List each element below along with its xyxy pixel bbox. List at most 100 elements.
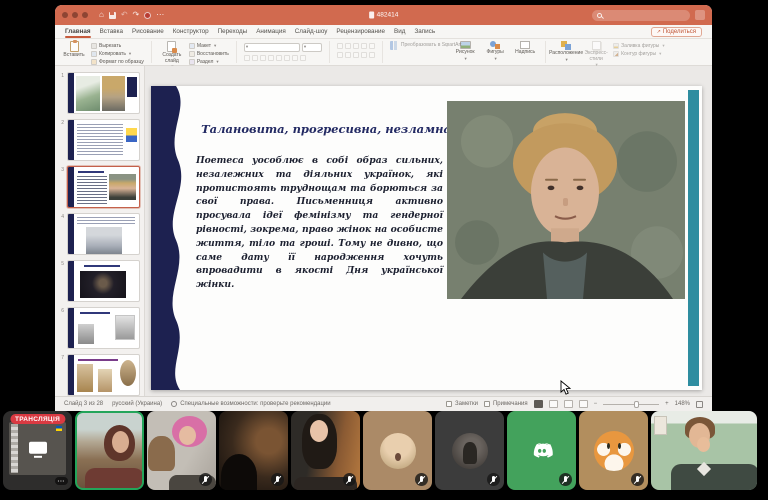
quick-styles-button[interactable]: Экспресс-стили — [583, 41, 609, 68]
tab-transitions[interactable]: Переходы — [218, 26, 248, 37]
reading-view-button[interactable] — [564, 400, 573, 408]
smartart-button[interactable]: Преобразовать в SmartArt — [390, 41, 448, 50]
align-left-button[interactable] — [337, 52, 343, 58]
zoom-out-button[interactable] — [594, 401, 598, 407]
window-controls[interactable] — [62, 12, 88, 18]
section-button[interactable]: Раздел — [189, 59, 229, 65]
tab-home[interactable]: Главная — [65, 26, 91, 37]
text-shadow-button[interactable] — [276, 55, 282, 61]
zoom-slider-knob[interactable] — [634, 401, 639, 408]
participant-avatar-tile[interactable] — [435, 411, 504, 490]
lesya-ukrainka-portrait-image[interactable] — [447, 101, 685, 299]
strikethrough-button[interactable] — [268, 55, 274, 61]
slide[interactable]: Талановита, прогресивна, незламна Поетес… — [151, 86, 702, 390]
live-badge: ТРАНСЛЯЦІЯ — [10, 414, 65, 424]
numbering-button[interactable] — [345, 43, 351, 49]
shapes-button[interactable]: Фигуры — [482, 41, 508, 61]
participant-video-tile[interactable] — [651, 411, 757, 490]
shape-outline-button[interactable]: Контур фигуры — [613, 51, 664, 57]
font-size-select[interactable] — [302, 43, 322, 52]
zoom-slider[interactable] — [603, 404, 659, 405]
layout-button[interactable]: Макет — [189, 43, 229, 49]
slide-thumbnail-panel[interactable]: 1 2 3 4 5 — [55, 66, 145, 396]
reset-button[interactable]: Восстановить — [189, 51, 229, 57]
redo-icon[interactable] — [133, 11, 140, 19]
participant-video-tile[interactable] — [219, 411, 288, 490]
slide-thumbnail[interactable] — [67, 119, 140, 161]
thumbnail-row: 2 — [57, 119, 140, 161]
tab-record[interactable]: Запись — [414, 26, 435, 37]
italic-button[interactable] — [252, 55, 258, 61]
arrange-button[interactable]: Расположение — [553, 41, 579, 62]
tab-design[interactable]: Конструктор — [173, 26, 209, 37]
tab-review[interactable]: Рецензирование — [336, 26, 385, 37]
participant-avatar-tile[interactable] — [363, 411, 432, 490]
participant-face — [112, 431, 129, 453]
font-name-select[interactable] — [244, 43, 300, 52]
search-input[interactable] — [592, 10, 690, 21]
microphone-muted-icon — [631, 473, 644, 486]
align-right-button[interactable] — [353, 52, 359, 58]
slideshow-view-button[interactable] — [579, 400, 588, 408]
paste-button[interactable]: Вставить — [61, 41, 87, 59]
slide-sorter-view-button[interactable] — [549, 400, 558, 408]
participant-avatar-tile[interactable] — [507, 411, 576, 490]
notes-button[interactable]: Заметки — [446, 401, 478, 407]
participant-video-tile-active-speaker[interactable] — [75, 411, 144, 490]
justify-button[interactable] — [361, 52, 367, 58]
text-highlight-button[interactable] — [292, 55, 298, 61]
indent-decrease-button[interactable] — [353, 43, 359, 49]
close-window-button[interactable] — [62, 12, 68, 18]
slide-thumbnail-selected[interactable] — [67, 166, 140, 208]
participant-video-tile[interactable] — [291, 411, 360, 490]
tab-animations[interactable]: Анимация — [256, 26, 286, 37]
columns-button[interactable] — [369, 52, 375, 58]
slide-number: 6 — [57, 307, 64, 349]
font-color-button[interactable] — [300, 55, 306, 61]
normal-view-button[interactable] — [534, 400, 543, 408]
tab-slideshow[interactable]: Слайд-шоу — [295, 26, 328, 37]
toolbar-more-icon[interactable] — [156, 11, 164, 19]
save-icon[interactable] — [109, 12, 116, 19]
avatar — [380, 433, 416, 469]
tab-draw[interactable]: Рисование — [132, 26, 164, 37]
undo-icon[interactable] — [121, 11, 128, 19]
zoom-in-button[interactable] — [665, 401, 669, 407]
language-indicator[interactable]: русский (Украина) — [112, 401, 162, 407]
fit-slide-button[interactable] — [696, 401, 703, 408]
indent-increase-button[interactable] — [361, 43, 367, 49]
participant-video-tile[interactable] — [147, 411, 216, 490]
home-icon[interactable] — [99, 11, 104, 19]
screen-share-tile[interactable]: ТРАНСЛЯЦІЯ — [3, 411, 72, 490]
autosave-icon[interactable] — [144, 12, 151, 19]
slide-body-text[interactable]: Поетеса уособлює в собі образ сильних, н… — [196, 154, 443, 292]
textbox-button[interactable]: Надпись — [512, 41, 538, 56]
tab-insert[interactable]: Вставка — [100, 26, 123, 37]
accessibility-status[interactable]: Специальные возможности: проверьте реком… — [171, 401, 330, 407]
zoom-level[interactable]: 148% — [675, 401, 690, 407]
underline-button[interactable] — [260, 55, 266, 61]
slide-thumbnail[interactable] — [67, 354, 140, 396]
character-spacing-button[interactable] — [284, 55, 290, 61]
format-painter-button[interactable]: Формат по образцу — [91, 59, 144, 65]
participant-avatar-tile[interactable] — [579, 411, 648, 490]
line-spacing-button[interactable] — [369, 43, 375, 49]
slide-thumbnail[interactable] — [67, 213, 140, 255]
copy-button[interactable]: Копировать — [91, 51, 144, 57]
bullets-button[interactable] — [337, 43, 343, 49]
slide-thumbnail[interactable] — [67, 72, 140, 114]
slide-thumbnail[interactable] — [67, 260, 140, 302]
share-button[interactable]: Поделиться — [651, 27, 702, 37]
minimize-window-button[interactable] — [72, 12, 78, 18]
comments-button[interactable]: Примечания — [484, 401, 528, 407]
zoom-window-button[interactable] — [82, 12, 88, 18]
slide-thumbnail[interactable] — [67, 307, 140, 349]
align-center-button[interactable] — [345, 52, 351, 58]
tile-more-options-button[interactable] — [55, 477, 68, 485]
cut-button[interactable]: Вырезать — [91, 43, 144, 49]
slide-title[interactable]: Талановита, прогресивна, незламна — [201, 122, 451, 136]
shape-fill-button[interactable]: Заливка фигуры — [613, 43, 664, 49]
tab-view[interactable]: Вид — [394, 26, 405, 37]
account-icon[interactable] — [695, 10, 705, 20]
bold-button[interactable] — [244, 55, 250, 61]
